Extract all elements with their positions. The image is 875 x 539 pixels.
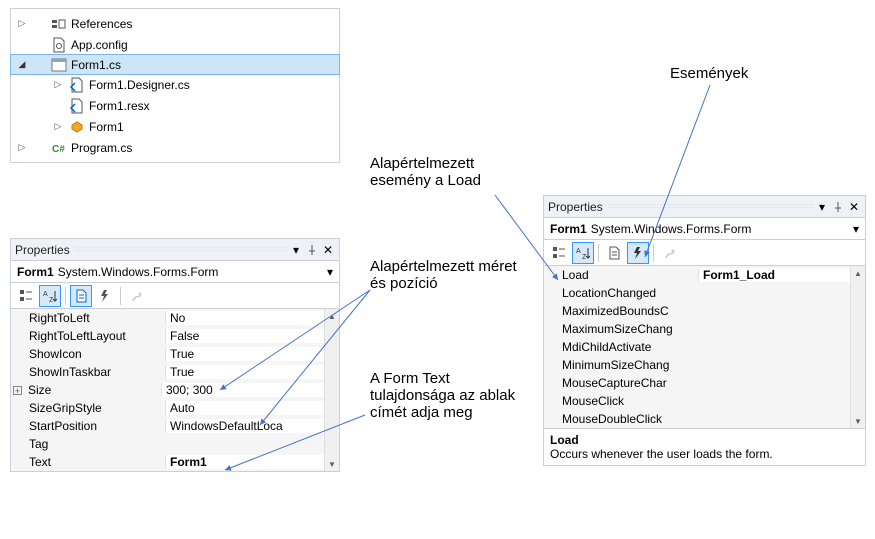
wrench-icon[interactable] [658,242,680,264]
tree-item-label: Program.cs [71,141,132,155]
pin-icon[interactable] [831,200,845,214]
property-row[interactable]: TextForm1 [11,453,324,471]
tree-item[interactable]: ▷ C# Program.cs [11,137,339,158]
tree-item[interactable]: Form1.resx [11,95,339,116]
property-row[interactable]: MouseDoubleClick [544,410,850,428]
property-row[interactable]: RightToLeftNo [11,309,324,327]
property-row[interactable]: +Size300; 300 [11,381,324,399]
annotation-events: Események [670,65,748,82]
tree-item[interactable]: ◢ Form1.cs [10,54,340,75]
expand-caret[interactable]: ▷ [51,79,65,90]
config-icon [51,37,67,53]
property-row[interactable]: MouseClick [544,392,850,410]
csharp-icon: C# [51,140,67,156]
categorize-icon[interactable] [15,285,37,307]
svg-text:A: A [576,248,581,255]
annotation-default-size: Alapértelmezett méret és pozíció [370,258,520,292]
svg-text:Z: Z [49,297,54,303]
pin-icon[interactable] [305,243,319,257]
property-row[interactable]: RightToLeftLayoutFalse [11,327,324,345]
scroll-down-icon[interactable]: ▼ [325,457,339,471]
panel-header: Properties :::::::::::::::::::::::::::::… [544,196,865,218]
close-icon[interactable]: ✕ [847,200,861,214]
object-name: Form1 [17,265,54,279]
properties-panel-events: Properties :::::::::::::::::::::::::::::… [543,195,866,466]
expand-plus-icon[interactable]: + [13,386,22,395]
svg-text:Z: Z [582,254,587,260]
dropdown-icon[interactable]: ▾ [815,200,829,214]
annotation-form-text: A Form Text tulajdonsága az ablak címét … [370,370,520,421]
tree-item-label: Form1.resx [89,99,150,113]
property-row[interactable]: MaximumSizeChang [544,320,850,338]
panel-header: Properties :::::::::::::::::::::::::::::… [11,239,339,261]
object-type: System.Windows.Forms.Form [58,265,219,279]
scroll-up-icon[interactable]: ▲ [851,266,865,280]
object-name: Form1 [550,222,587,236]
properties-toolbar: AZ [11,283,339,309]
property-row[interactable]: ShowInTaskbarTrue [11,363,324,381]
property-row[interactable]: MaximizedBoundsC [544,302,850,320]
alphabetical-icon[interactable]: AZ [39,285,61,307]
panel-title: Properties [15,243,70,257]
property-grid[interactable]: RightToLeftNo RightToLeftLayoutFalse Sho… [11,309,324,471]
tree-item-label: App.config [71,38,128,52]
wrench-icon[interactable] [125,285,147,307]
expand-caret[interactable]: ▷ [15,18,29,29]
tree-item-label: Form1.Designer.cs [89,78,190,92]
panel-title: Properties [548,200,603,214]
properties-panel: Properties :::::::::::::::::::::::::::::… [10,238,340,472]
description-title: Load [550,433,859,447]
object-selector[interactable]: Form1 System.Windows.Forms.Form ▾ [544,218,865,240]
references-icon [51,16,67,32]
expand-caret[interactable]: ▷ [51,121,65,132]
property-row[interactable]: LoadForm1_Load [544,266,850,284]
property-row[interactable]: MouseCaptureChar [544,374,850,392]
dropdown-icon[interactable]: ▾ [289,243,303,257]
property-row[interactable]: StartPositionWindowsDefaultLoca [11,417,324,435]
scrollbar[interactable]: ▲ ▼ [850,266,865,428]
property-row[interactable]: MinimumSizeChang [544,356,850,374]
svg-text:C#: C# [52,144,65,155]
property-row[interactable]: LocationChanged [544,284,850,302]
properties-icon[interactable] [603,242,625,264]
chevron-down-icon[interactable]: ▾ [853,222,859,236]
property-row[interactable]: MdiChildActivate [544,338,850,356]
scrollbar[interactable]: ▲ ▼ [324,309,339,471]
events-icon[interactable] [627,242,649,264]
property-row[interactable]: ShowIconTrue [11,345,324,363]
description-text: Occurs whenever the user loads the form. [550,447,859,461]
chevron-down-icon[interactable]: ▾ [327,265,333,279]
tree-item[interactable]: ▷ Form1 [11,116,339,137]
property-grid[interactable]: LoadForm1_Load LocationChanged Maximized… [544,266,850,428]
annotation-default-event: Alapértelmezett esemény a Load [370,155,520,189]
csharp-dependent-icon [69,98,85,114]
svg-text:A: A [43,291,48,298]
tree-item-label: References [71,17,132,31]
tree-item[interactable]: ▷ Form1.Designer.cs [11,74,339,95]
form-icon [51,57,67,73]
class-icon [69,119,85,135]
properties-icon[interactable] [70,285,92,307]
tree-item-label: Form1.cs [71,58,121,72]
expand-caret[interactable]: ▷ [15,142,29,153]
object-selector[interactable]: Form1 System.Windows.Forms.Form ▾ [11,261,339,283]
description-pane: Load Occurs whenever the user loads the … [544,428,865,465]
object-type: System.Windows.Forms.Form [591,222,752,236]
tree-item[interactable]: App.config [11,34,339,55]
alphabetical-icon[interactable]: AZ [572,242,594,264]
properties-toolbar: AZ [544,240,865,266]
close-icon[interactable]: ✕ [321,243,335,257]
tree-item[interactable]: ▷ References [11,13,339,34]
csharp-dependent-icon [69,77,85,93]
expand-caret[interactable]: ◢ [15,59,29,70]
property-row[interactable]: Tag [11,435,324,453]
tree-item-label: Form1 [89,120,124,134]
categorize-icon[interactable] [548,242,570,264]
solution-explorer-tree[interactable]: ▷ References App.config ◢ Form1.cs ▷ For… [10,8,340,163]
scroll-down-icon[interactable]: ▼ [851,414,865,428]
property-row[interactable]: SizeGripStyleAuto [11,399,324,417]
events-icon[interactable] [94,285,116,307]
scroll-up-icon[interactable]: ▲ [325,309,339,323]
